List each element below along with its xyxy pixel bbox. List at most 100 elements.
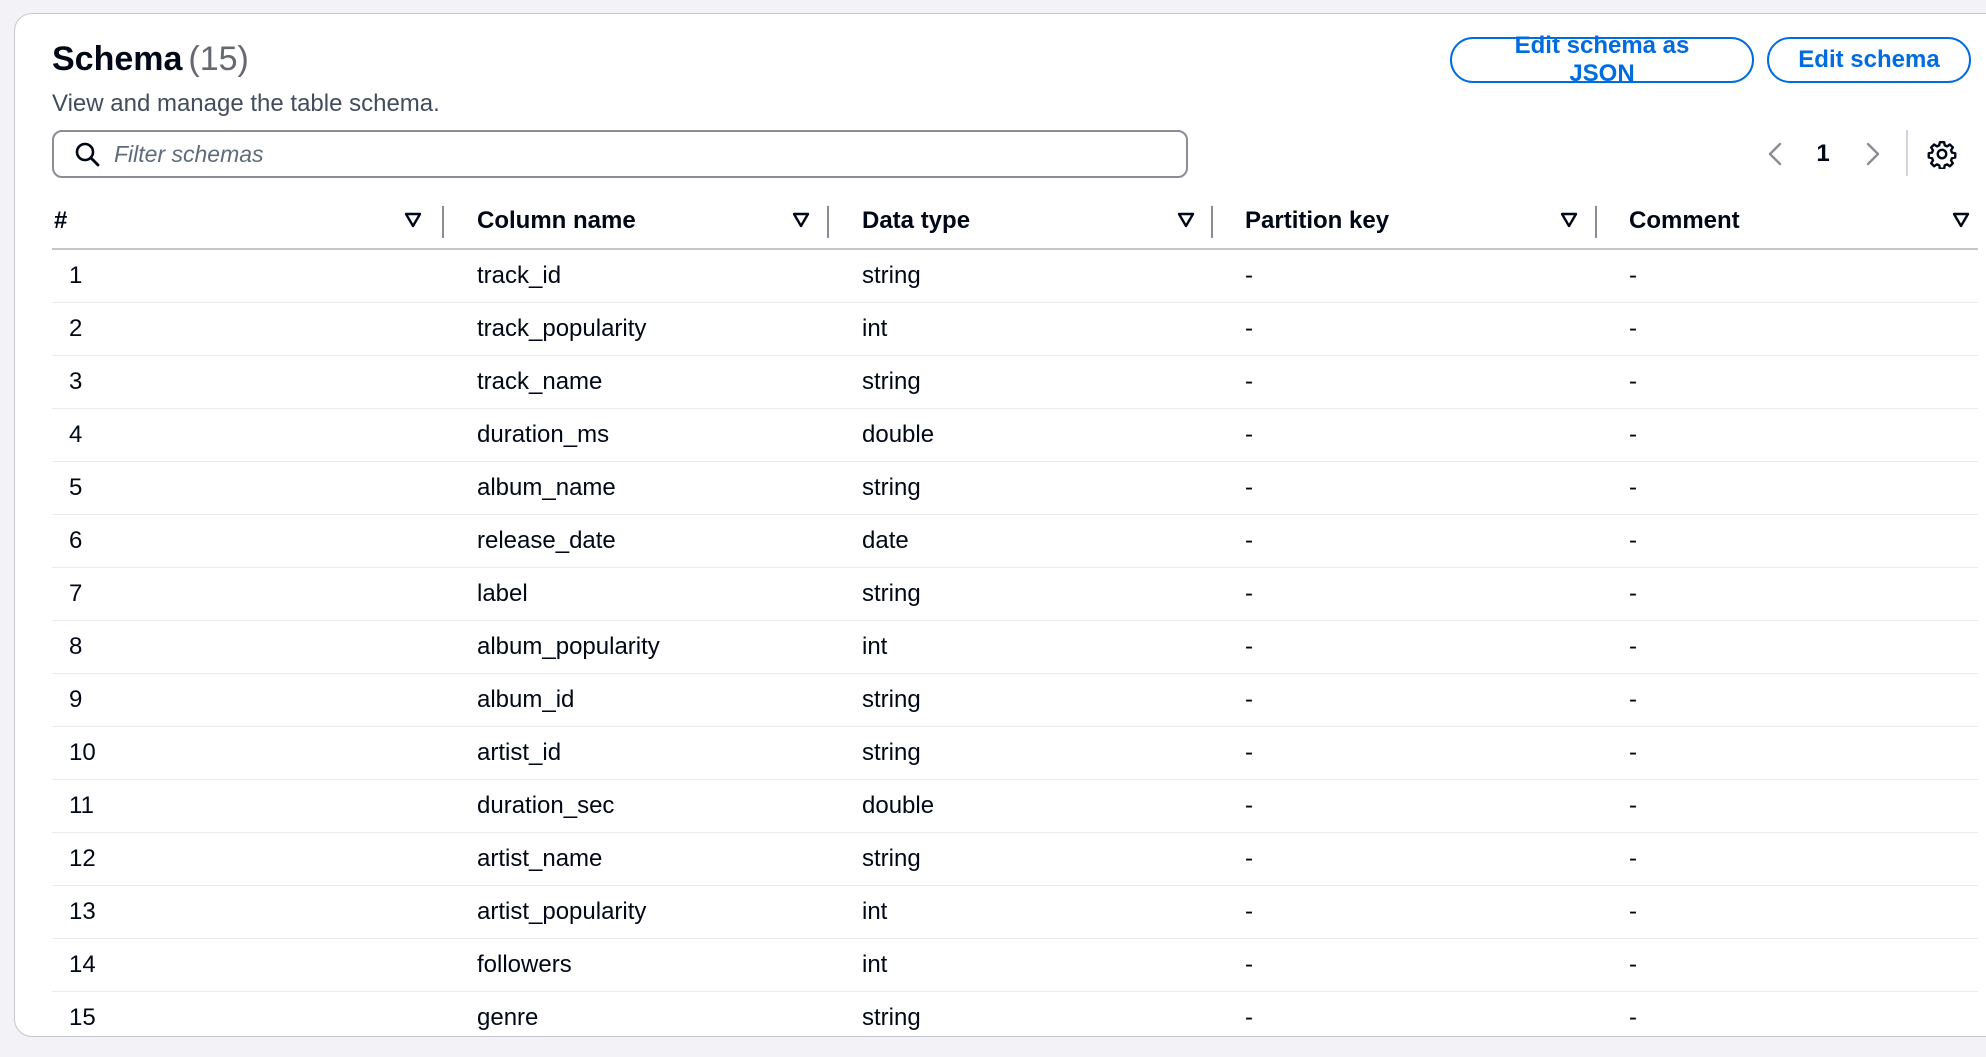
table-header: # Column name Data type Partition key Co… [52,194,1978,250]
cell-number: 13 [69,898,96,925]
cell-partition-key: - [1245,262,1253,289]
preferences-button[interactable] [1922,136,1962,172]
cell-comment: - [1629,633,1637,660]
column-header-number[interactable]: # [52,194,447,248]
cell-column-name: track_name [477,368,603,395]
column-header-column-name[interactable]: Column name [477,194,842,248]
table-row: 1 track_id string - - [52,250,1978,303]
column-header-comment[interactable]: Comment [1629,194,1978,248]
table-row: 9 album_id string - - [52,674,1978,727]
previous-page-button[interactable] [1760,136,1790,172]
cell-comment: - [1629,792,1637,819]
cell-number: 8 [69,633,83,660]
cell-column-name: artist_popularity [477,898,647,925]
cell-comment: - [1629,686,1637,713]
cell-partition-key: - [1245,421,1253,448]
cell-column-name: album_popularity [477,633,660,660]
cell-column-name: release_date [477,527,616,554]
table-row: 11 duration_sec double - - [52,780,1978,833]
column-header-label: Column name [477,207,636,234]
cell-data-type: string [862,845,921,872]
cell-data-type: string [862,368,921,395]
cell-column-name: artist_name [477,845,603,872]
table-row: 7 label string - - [52,568,1978,621]
cell-partition-key: - [1245,898,1253,925]
cell-column-name: track_id [477,262,562,289]
column-resizer[interactable] [442,206,444,238]
table-row: 15 genre string - - [52,992,1978,1044]
cell-partition-key: - [1245,792,1253,819]
cell-comment: - [1629,845,1637,872]
filter-search-box[interactable] [52,130,1188,178]
cell-number: 11 [69,792,94,819]
sort-caret-down-icon[interactable] [404,212,422,228]
column-header-label: Partition key [1245,207,1390,234]
cell-data-type: double [862,792,935,819]
cell-column-name: artist_id [477,739,562,766]
table-row: 5 album_name string - - [52,462,1978,515]
cell-data-type: string [862,474,921,501]
cell-comment: - [1629,739,1637,766]
table-row: 2 track_popularity int - - [52,303,1978,356]
cell-column-name: duration_sec [477,792,615,819]
table-row: 4 duration_ms double - - [52,409,1978,462]
cell-comment: - [1629,898,1637,925]
cell-number: 4 [69,421,83,448]
cell-comment: - [1629,1004,1637,1031]
column-resizer[interactable] [1595,206,1597,238]
page-number-current[interactable]: 1 [1808,136,1838,172]
sort-caret-down-icon[interactable] [1560,212,1578,228]
column-resizer[interactable] [1211,206,1213,238]
table-row: 10 artist_id string - - [52,727,1978,780]
sort-caret-down-icon[interactable] [792,212,810,228]
cell-partition-key: - [1245,686,1253,713]
column-resizer[interactable] [827,206,829,238]
cell-partition-key: - [1245,739,1253,766]
cell-data-type: int [862,315,888,342]
cell-number: 1 [69,262,83,289]
gear-icon [1927,140,1957,169]
column-header-label: Comment [1629,207,1740,234]
cell-partition-key: - [1245,1004,1253,1031]
cell-partition-key: - [1245,951,1253,978]
schema-count: (15) [188,40,249,78]
cell-partition-key: - [1245,633,1253,660]
title-text: Schema [52,40,183,78]
cell-comment: - [1629,421,1637,448]
sort-caret-down-icon[interactable] [1177,212,1195,228]
cell-column-name: album_name [477,474,616,501]
cell-partition-key: - [1245,580,1253,607]
column-header-label: # [54,207,68,234]
cell-number: 9 [69,686,83,713]
cell-data-type: string [862,686,921,713]
cell-number: 6 [69,527,83,554]
table-row: 14 followers int - - [52,939,1978,992]
table-body: 1 track_id string - - 2 track_popularity… [52,250,1978,1044]
table-row: 8 album_popularity int - - [52,621,1978,674]
table-row: 3 track_name string - - [52,356,1978,409]
edit-schema-button[interactable]: Edit schema [1767,37,1971,83]
cell-column-name: track_popularity [477,315,647,342]
filter-schemas-input[interactable] [112,139,1116,169]
chevron-right-icon [1866,142,1880,166]
cell-column-name: album_id [477,686,575,713]
sort-caret-down-icon[interactable] [1952,212,1970,228]
column-header-data-type[interactable]: Data type [862,194,1227,248]
cell-comment: - [1629,368,1637,395]
page-description: View and manage the table schema. [52,90,440,117]
chevron-left-icon [1768,142,1782,166]
column-header-partition-key[interactable]: Partition key [1245,194,1610,248]
cell-partition-key: - [1245,474,1253,501]
cell-partition-key: - [1245,368,1253,395]
next-page-button[interactable] [1858,136,1888,172]
cell-data-type: string [862,580,921,607]
table-row: 6 release_date date - - [52,515,1978,568]
edit-schema-json-button[interactable]: Edit schema as JSON [1450,32,1754,87]
cell-number: 14 [69,951,96,978]
cell-data-type: string [862,1004,921,1031]
cell-partition-key: - [1245,527,1253,554]
cell-column-name: label [477,580,528,607]
cell-number: 5 [69,474,83,501]
page-title: Schema (15) [52,40,249,79]
cell-number: 10 [69,739,96,766]
